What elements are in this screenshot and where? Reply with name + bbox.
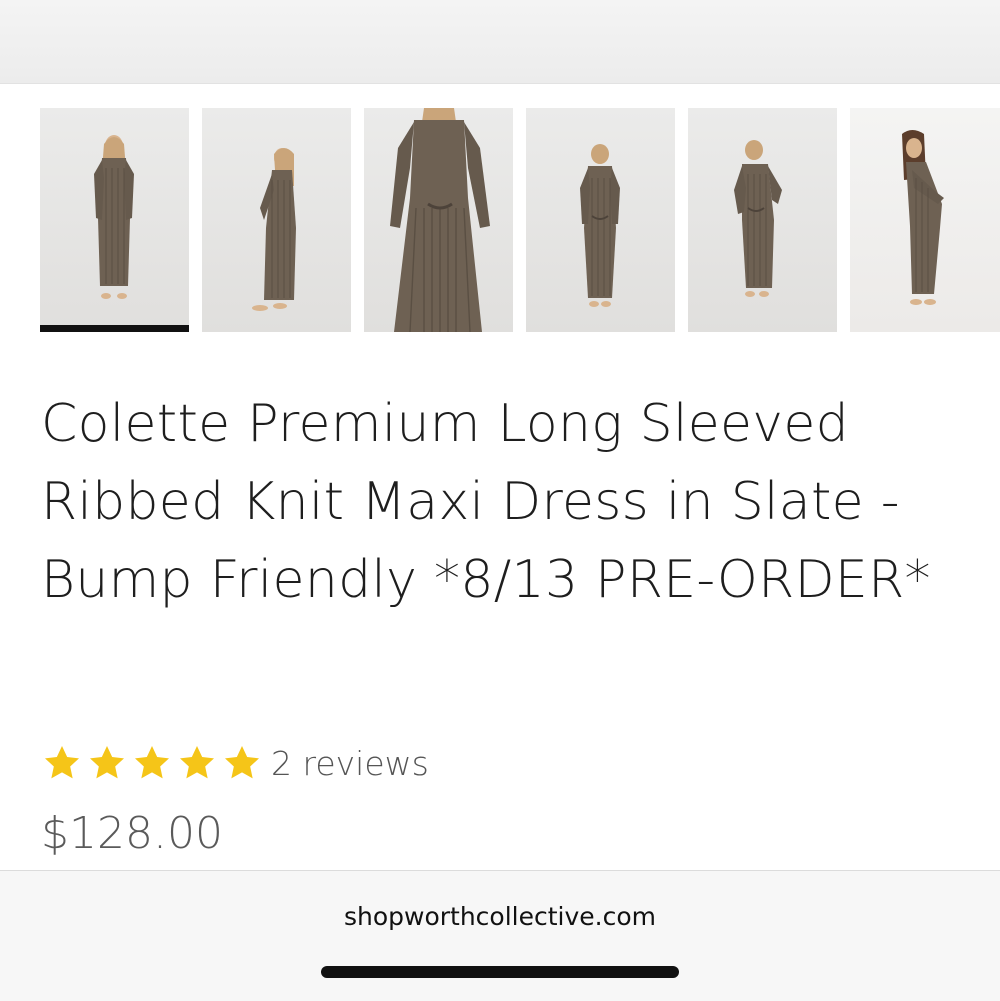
product-title: Colette Premium Long Sleeved Ribbed Knit… — [41, 394, 931, 610]
address-bar-url[interactable]: shopworthcollective.com — [0, 902, 1000, 931]
gallery-thumbnail-2[interactable] — [202, 108, 351, 332]
star-icon — [87, 743, 127, 783]
gallery-thumbnail-6[interactable] — [850, 108, 1000, 332]
selected-thumbnail-indicator — [40, 325, 189, 332]
browser-bottom-bar — [0, 870, 1000, 1001]
dress-front-image — [94, 135, 134, 299]
star-icon — [177, 743, 217, 783]
dress-maternity-image — [902, 130, 944, 305]
product-gallery — [40, 108, 1000, 333]
gallery-thumbnail-1[interactable] — [40, 108, 189, 332]
product-rating[interactable]: 2 reviews — [42, 741, 429, 785]
gallery-thumbnail-3[interactable] — [364, 108, 513, 332]
star-icon — [132, 743, 172, 783]
dress-back-alt-image — [734, 140, 782, 297]
gallery-thumbnail-5[interactable] — [688, 108, 837, 332]
top-banner — [0, 0, 1000, 84]
gallery-thumbnail-4[interactable] — [526, 108, 675, 332]
star-icon — [42, 743, 82, 783]
home-indicator[interactable] — [321, 966, 679, 978]
dress-side-image — [252, 148, 296, 311]
reviews-link[interactable]: 2 reviews — [271, 744, 429, 783]
dress-back-image — [580, 144, 620, 307]
product-price: $128.00 — [41, 808, 223, 859]
dress-back-closeup-image — [390, 108, 490, 332]
star-icon — [222, 743, 262, 783]
